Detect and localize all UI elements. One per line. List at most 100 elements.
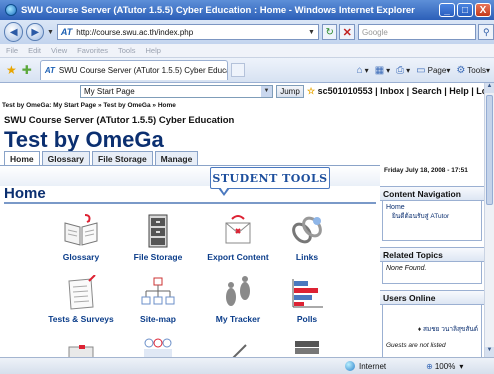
refresh-button[interactable]: ↻: [321, 24, 338, 40]
page-menu-label: Page: [427, 65, 447, 75]
tools-icon: ⚙: [456, 64, 466, 76]
user-links[interactable]: sc501010553 | Inbox | Search | Help | Lo…: [318, 86, 484, 96]
menu-help[interactable]: Help: [146, 46, 161, 55]
feeds-button[interactable]: ▦ ▾: [375, 65, 390, 76]
close-button[interactable]: X: [475, 3, 491, 17]
scroll-up-arrow-icon[interactable]: ▲: [485, 83, 494, 93]
favorites-star-icon[interactable]: ★: [6, 63, 17, 77]
tool-label: Site-map: [140, 314, 176, 324]
feeds-icon: ▦: [374, 64, 385, 76]
tool-file-storage[interactable]: File Storage: [113, 213, 203, 262]
zoom-icon: ⊕: [426, 361, 433, 371]
ie-logo-icon: [5, 4, 17, 16]
users-online-heading: Users Online: [380, 290, 484, 305]
tool-label: Links: [295, 252, 319, 262]
content-nav-heading: Content Navigation: [380, 186, 484, 201]
window-titlebar: SWU Course Server (ATutor 1.5.5) Cyber E…: [0, 0, 494, 20]
related-topics-body: None Found.: [382, 262, 482, 284]
folder-icon: [61, 337, 101, 357]
tools-menu-button[interactable]: ⚙ Tools ▾: [456, 65, 490, 76]
forward-arrow-icon: ▶: [31, 26, 40, 38]
breadcrumb[interactable]: Test by OmeGa: My Start Page » Test by O…: [2, 102, 176, 109]
url-field[interactable]: AT http://course.swu.ac.th/index.php ▼: [56, 24, 319, 40]
search-button[interactable]: ⚲: [478, 24, 494, 40]
menu-favorites[interactable]: Favorites: [77, 46, 108, 55]
course-title: Test by OmeGa: [4, 127, 164, 152]
tool-label: Polls: [296, 314, 318, 324]
print-button[interactable]: ⎙ ▾: [396, 65, 410, 76]
online-user-name: สมชย วนาลิสุขสันต์: [422, 326, 478, 333]
user-bar: ☆ sc501010553 | Inbox | Search | Help | …: [307, 86, 484, 97]
page-icon: ▭: [416, 64, 426, 76]
new-tab-button[interactable]: [230, 63, 245, 77]
command-bar: ⌂ ▾ ▦ ▾ ⎙ ▾ ▭ Page ▾ ⚙ Tools ▾: [351, 65, 490, 76]
tab-home[interactable]: Home: [4, 151, 40, 165]
home-button[interactable]: ⌂ ▾: [357, 65, 369, 76]
security-zone: Internet: [345, 361, 386, 371]
zoom-level: 100%: [434, 361, 456, 371]
menu-tools[interactable]: Tools: [118, 46, 136, 55]
tools-menu-label: Tools: [467, 65, 486, 75]
tool-row3-4[interactable]: [262, 333, 352, 357]
menu-view[interactable]: View: [51, 46, 67, 55]
security-zone-label: Internet: [359, 361, 387, 371]
callout-pointer-inner: [220, 187, 228, 193]
tool-polls[interactable]: Polls: [262, 275, 352, 324]
jump-select[interactable]: My Start Page ▼: [80, 85, 273, 98]
forward-button[interactable]: ▶: [26, 23, 44, 41]
add-favorite-icon[interactable]: ✚: [22, 63, 32, 77]
vertical-scrollbar[interactable]: ▲ ▼: [484, 83, 494, 357]
course-tabs: Home Glossary File Storage Manage: [4, 151, 200, 165]
search-input[interactable]: Google: [358, 24, 477, 40]
tab-glossary[interactable]: Glossary: [41, 151, 91, 165]
page-menu-button[interactable]: ▭ Page ▾: [416, 65, 450, 76]
file-storage-icon: [138, 213, 178, 249]
maximize-button[interactable]: □: [457, 3, 473, 17]
address-bar: ◀ ▶ ▼ AT http://course.swu.ac.th/index.p…: [0, 20, 494, 44]
tool-site-map[interactable]: Site-map: [113, 275, 203, 324]
home-icon: ⌂: [356, 64, 363, 76]
tool-links[interactable]: Links: [262, 213, 352, 262]
jump-select-value: My Start Page: [84, 87, 135, 96]
users-icon: [138, 333, 178, 357]
tool-row3-2[interactable]: [113, 333, 203, 357]
links-icon: [287, 213, 327, 249]
online-user[interactable]: ♦ สมชย วนาลิสุขสันต์: [386, 324, 478, 334]
internet-globe-icon: [345, 361, 355, 371]
book-icon: [287, 333, 327, 357]
minimize-button[interactable]: _: [439, 3, 455, 17]
jump-button[interactable]: Jump: [276, 85, 304, 98]
browser-tab[interactable]: AT SWU Course Server (ATutor 1.5.5) Cybe…: [39, 60, 228, 80]
url-text: http://course.swu.ac.th/index.php: [76, 27, 194, 37]
browser-tab-label: SWU Course Server (ATutor 1.5.5) Cyber E…: [58, 66, 227, 75]
student-tools-callout: STUDENT TOOLS: [210, 167, 330, 189]
tab-manage[interactable]: Manage: [154, 151, 199, 165]
tool-label: File Storage: [133, 252, 183, 262]
scroll-down-arrow-icon[interactable]: ▼: [485, 347, 494, 357]
content-nav-welcome-link[interactable]: ยินดีต้อนรับสู่ ATutor: [386, 211, 478, 221]
current-date: Friday July 18, 2008 - 17:51: [384, 167, 468, 174]
window-title: SWU Course Server (ATutor 1.5.5) Cyber E…: [21, 4, 415, 16]
content-nav-home-link[interactable]: Home: [386, 204, 478, 211]
atutor-favicon-icon: AT: [60, 27, 73, 37]
refresh-icon: ↻: [325, 26, 334, 38]
polls-icon: [287, 275, 327, 311]
tests-surveys-icon: [61, 274, 101, 311]
page-heading: Home: [4, 185, 46, 202]
back-button[interactable]: ◀: [4, 22, 24, 42]
glossary-icon: [61, 213, 101, 249]
server-title: SWU Course Server (ATutor 1.5.5) Cyber E…: [4, 115, 235, 126]
zoom-control[interactable]: ⊕ 100% ▾: [426, 362, 463, 371]
search-icon: ⚲: [482, 26, 490, 37]
tab-file-storage[interactable]: File Storage: [92, 151, 153, 165]
recent-pages-dropdown[interactable]: ▼: [47, 29, 54, 36]
user-star-icon: ☆: [307, 86, 316, 96]
tab-favicon-icon: AT: [44, 66, 55, 75]
pen-icon: [218, 337, 258, 357]
url-dropdown-icon[interactable]: ▼: [308, 29, 315, 36]
stop-button[interactable]: ✕: [339, 24, 356, 40]
heading-rule: [4, 202, 376, 204]
menu-edit[interactable]: Edit: [28, 46, 41, 55]
scroll-thumb[interactable]: [486, 95, 493, 205]
menu-file[interactable]: File: [6, 46, 18, 55]
